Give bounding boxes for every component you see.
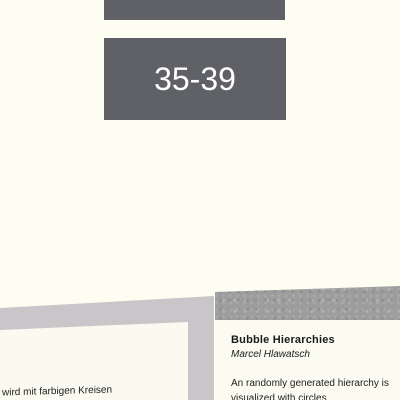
- project-card-title: Bubble Hierarchies: [231, 334, 335, 346]
- project-card-author: Marcel Hlawatsch: [231, 349, 310, 360]
- project-card-bubble-hierarchies[interactable]: Bubble Hierarchies Marcel Hlawatsch An r…: [215, 286, 400, 400]
- project-cards-carousel: wird mit farbigen Kreisen Bubble Hierarc…: [0, 0, 400, 400]
- project-thumbnail-image: [215, 286, 400, 320]
- project-card-description: An randomly generated hierarchy is visua…: [231, 378, 389, 400]
- page: 35-39 wird mit farbigen Kreisen Bubble H…: [0, 0, 400, 400]
